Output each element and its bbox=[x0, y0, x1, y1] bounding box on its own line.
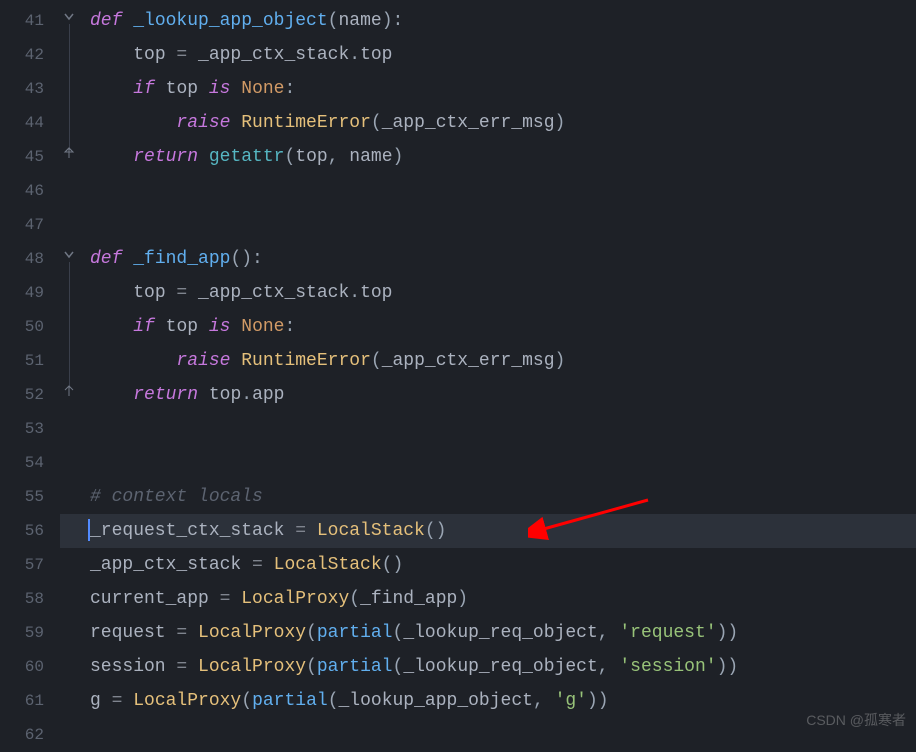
line-number: 52 bbox=[0, 378, 60, 412]
code-content[interactable]: def _lookup_app_object(name): top = _app… bbox=[90, 0, 916, 742]
fold-open-icon[interactable] bbox=[62, 248, 76, 262]
code-line[interactable]: def _lookup_app_object(name): bbox=[90, 4, 916, 38]
watermark-text: CSDN @孤寒者 bbox=[806, 707, 906, 734]
line-number: 53 bbox=[0, 412, 60, 446]
line-number: 50 bbox=[0, 310, 60, 344]
line-number: 60 bbox=[0, 650, 60, 684]
line-number: 58 bbox=[0, 582, 60, 616]
code-line-active[interactable]: _request_ctx_stack = LocalStack() bbox=[90, 514, 916, 548]
code-line[interactable]: # context locals bbox=[90, 480, 916, 514]
code-editor[interactable]: 41 42 43 44 45 46 47 48 49 50 51 52 53 5… bbox=[0, 0, 916, 742]
code-line[interactable]: raise RuntimeError(_app_ctx_err_msg) bbox=[90, 106, 916, 140]
line-number: 49 bbox=[0, 276, 60, 310]
line-number: 56 bbox=[0, 514, 60, 548]
code-line[interactable] bbox=[90, 174, 916, 208]
line-number: 44 bbox=[0, 106, 60, 140]
code-line[interactable]: session = LocalProxy(partial(_lookup_req… bbox=[90, 650, 916, 684]
code-line[interactable]: def _find_app(): bbox=[90, 242, 916, 276]
code-line[interactable]: current_app = LocalProxy(_find_app) bbox=[90, 582, 916, 616]
code-line[interactable] bbox=[90, 208, 916, 242]
line-number: 59 bbox=[0, 616, 60, 650]
fold-open-icon[interactable] bbox=[62, 10, 76, 24]
code-line[interactable] bbox=[90, 446, 916, 480]
text-cursor bbox=[88, 519, 90, 541]
line-number: 41 bbox=[0, 4, 60, 38]
code-line[interactable] bbox=[90, 718, 916, 752]
line-number: 43 bbox=[0, 72, 60, 106]
fold-close-icon[interactable] bbox=[62, 384, 76, 398]
line-number: 42 bbox=[0, 38, 60, 72]
code-line[interactable]: if top is None: bbox=[90, 72, 916, 106]
code-line[interactable]: if top is None: bbox=[90, 310, 916, 344]
code-line[interactable]: request = LocalProxy(partial(_lookup_req… bbox=[90, 616, 916, 650]
code-line[interactable]: return top.app bbox=[90, 378, 916, 412]
line-number-gutter: 41 42 43 44 45 46 47 48 49 50 51 52 53 5… bbox=[0, 0, 60, 742]
line-number: 48 bbox=[0, 242, 60, 276]
code-line[interactable]: top = _app_ctx_stack.top bbox=[90, 276, 916, 310]
line-number: 55 bbox=[0, 480, 60, 514]
line-number: 54 bbox=[0, 446, 60, 480]
line-number: 47 bbox=[0, 208, 60, 242]
code-line[interactable]: top = _app_ctx_stack.top bbox=[90, 38, 916, 72]
code-line[interactable]: _app_ctx_stack = LocalStack() bbox=[90, 548, 916, 582]
line-number: 51 bbox=[0, 344, 60, 378]
line-number: 57 bbox=[0, 548, 60, 582]
line-number: 61 bbox=[0, 684, 60, 718]
line-number: 62 bbox=[0, 718, 60, 752]
line-number: 45 bbox=[0, 140, 60, 174]
code-line[interactable]: raise RuntimeError(_app_ctx_err_msg) bbox=[90, 344, 916, 378]
code-line[interactable] bbox=[90, 412, 916, 446]
line-number: 46 bbox=[0, 174, 60, 208]
fold-gutter bbox=[60, 0, 90, 742]
code-line[interactable]: return getattr(top, name) bbox=[90, 140, 916, 174]
fold-close-icon[interactable] bbox=[62, 146, 76, 160]
code-line[interactable]: g = LocalProxy(partial(_lookup_app_objec… bbox=[90, 684, 916, 718]
